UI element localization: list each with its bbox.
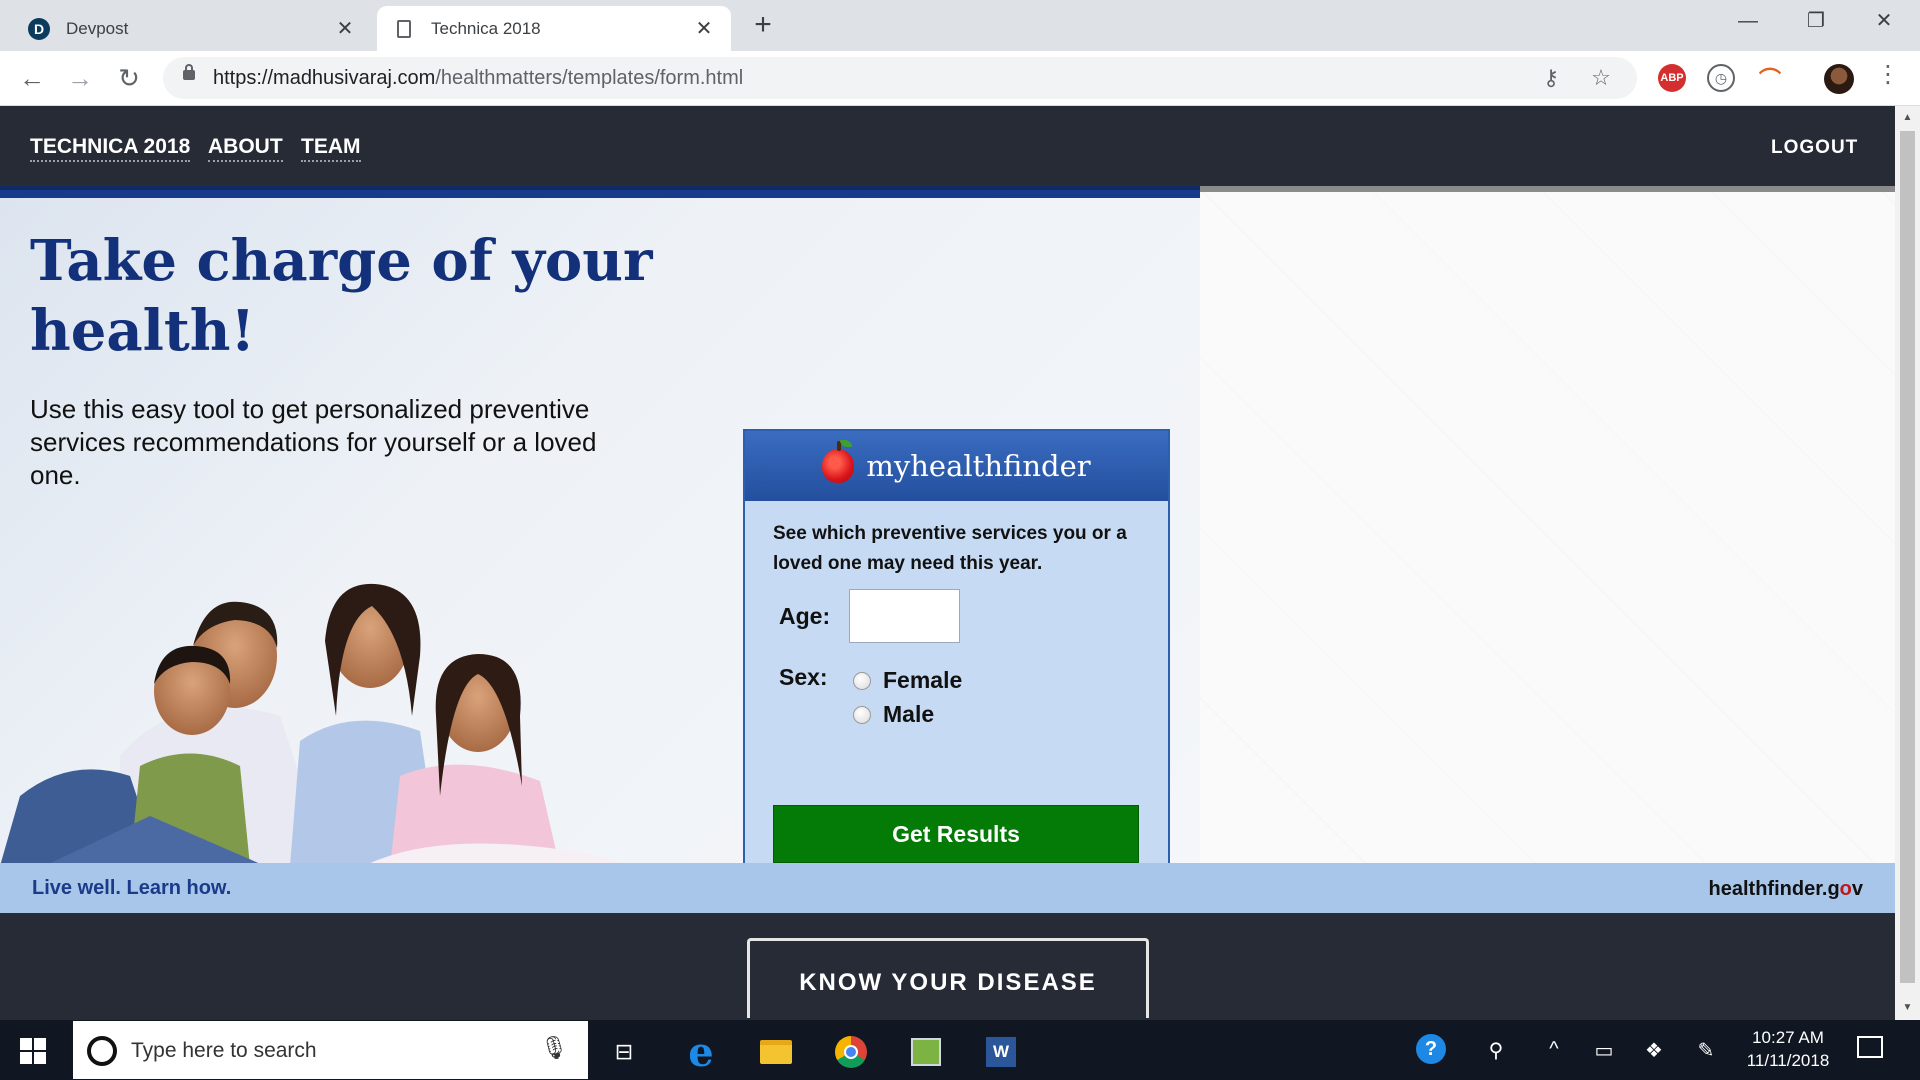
sex-option-female[interactable]: Female: [853, 667, 962, 694]
reload-icon[interactable]: ↻: [113, 63, 145, 95]
url-text[interactable]: https://madhusivaraj.com/healthmatters/t…: [213, 67, 743, 90]
cortana-icon[interactable]: [87, 1036, 117, 1066]
pen-icon[interactable]: ✎: [1692, 1038, 1720, 1063]
search-placeholder: Type here to search: [131, 1039, 317, 1062]
browser-toolbar: ← → ↻ https://madhusivaraj.com/healthmat…: [0, 51, 1920, 106]
microphone-icon[interactable]: 🎙: [540, 1035, 568, 1061]
age-input[interactable]: [849, 589, 960, 643]
key-icon[interactable]: ⚷: [1537, 64, 1565, 92]
rainbow-extension-icon[interactable]: ⌒: [1756, 64, 1784, 92]
people-icon[interactable]: ⚲: [1482, 1038, 1510, 1063]
battery-icon[interactable]: ▭: [1590, 1038, 1618, 1063]
healthfinder-footer-strip: Live well. Learn how. healthfinder.gov: [0, 863, 1895, 913]
word-icon[interactable]: W: [971, 1028, 1031, 1076]
browser-tab-strip: D Devpost ✕ Technica 2018 ✕ + — ❐ ✕: [0, 0, 1920, 51]
family-photo-illustration: [0, 583, 640, 868]
minimize-icon[interactable]: —: [1714, 6, 1782, 36]
tab-technica-2018[interactable]: Technica 2018 ✕: [377, 6, 731, 51]
scroll-down-icon[interactable]: ▼: [1895, 998, 1920, 1018]
get-results-button[interactable]: Get Results: [773, 805, 1139, 863]
clock-extension-icon[interactable]: ◷: [1707, 64, 1735, 92]
healthfinder-gov-logo[interactable]: healthfinder.gov: [1709, 878, 1863, 901]
sex-label: Sex:: [779, 664, 828, 690]
know-your-disease-label: KNOW YOUR DISEASE: [799, 969, 1097, 996]
clock-time: 10:27 AM: [1752, 1028, 1824, 1047]
forward-icon[interactable]: →: [64, 63, 96, 95]
page-title: Take charge of your health!: [30, 228, 653, 364]
green-app-icon[interactable]: [896, 1028, 956, 1076]
chrome-taskbar-icon[interactable]: [821, 1028, 881, 1076]
divider: [1200, 186, 1895, 192]
clock-date: 11/11/2018: [1746, 1051, 1830, 1070]
browser-menu-icon[interactable]: ⋮: [1876, 60, 1900, 89]
scrollbar-thumb[interactable]: [1900, 131, 1915, 983]
dropbox-icon[interactable]: ❖: [1640, 1038, 1668, 1063]
action-center-icon[interactable]: [1857, 1036, 1883, 1058]
show-hidden-icons-icon[interactable]: ^: [1540, 1038, 1568, 1061]
male-label: Male: [883, 701, 935, 727]
window-close-icon[interactable]: ✕: [1850, 6, 1918, 36]
task-view-icon[interactable]: ⊟: [594, 1028, 654, 1076]
lock-icon: [183, 64, 195, 80]
tab-title: Technica 2018: [431, 18, 541, 38]
devpost-favicon-icon: D: [28, 17, 50, 40]
page-favicon-icon: [397, 19, 411, 38]
back-icon[interactable]: ←: [16, 63, 48, 95]
system-clock[interactable]: 10:27 AM 11/11/2018: [1728, 1026, 1848, 1072]
restore-icon[interactable]: ❐: [1782, 6, 1850, 36]
tab-title: Devpost: [66, 18, 129, 38]
nav-link-about[interactable]: ABOUT: [208, 135, 283, 162]
new-tab-button[interactable]: +: [748, 10, 778, 40]
know-your-disease-button[interactable]: KNOW YOUR DISEASE: [747, 938, 1149, 1018]
widget-brand: myhealthfinder: [866, 449, 1091, 483]
windows-taskbar: Type here to search 🎙 ⊟ e W ? ⚲ ^ ▭ ❖ ✎ …: [0, 1020, 1920, 1080]
hero-top-bar: [0, 186, 1200, 198]
widget-header: myhealthfinder: [745, 431, 1168, 501]
help-icon[interactable]: ?: [1416, 1034, 1446, 1064]
profile-avatar[interactable]: [1824, 64, 1854, 94]
nav-link-team[interactable]: TEAM: [301, 135, 361, 162]
sex-option-male[interactable]: Male: [853, 701, 934, 728]
right-blank-pane: [1200, 186, 1895, 868]
widget-intro: See which preventive services you or a l…: [773, 523, 1127, 574]
hero-description: Use this easy tool to get personalized p…: [30, 394, 597, 490]
site-navbar: TECHNICA 2018 ABOUT TEAM LOGOUT: [0, 106, 1895, 186]
apple-icon: [822, 440, 855, 483]
file-explorer-icon[interactable]: [746, 1028, 806, 1076]
taskbar-search-box[interactable]: Type here to search 🎙: [73, 1021, 588, 1079]
dark-section: KNOW YOUR DISEASE: [0, 913, 1895, 1020]
tab-devpost[interactable]: D Devpost ✕: [12, 6, 372, 51]
scroll-up-icon[interactable]: ▲: [1895, 108, 1920, 128]
myhealthfinder-widget: myhealthfinder See which preventive serv…: [743, 429, 1170, 904]
windows-start-icon[interactable]: [20, 1038, 46, 1064]
age-label: Age:: [779, 603, 831, 629]
adblock-plus-icon[interactable]: ABP: [1658, 64, 1686, 92]
female-radio[interactable]: [853, 671, 871, 690]
nav-link-technica-2018[interactable]: TECHNICA 2018: [30, 135, 191, 162]
logout-link[interactable]: LOGOUT: [1771, 137, 1858, 160]
close-tab-icon[interactable]: ✕: [334, 16, 356, 41]
address-bar[interactable]: https://madhusivaraj.com/healthmatters/t…: [163, 57, 1637, 99]
female-label: Female: [883, 667, 963, 693]
edge-icon[interactable]: e: [671, 1028, 731, 1076]
tagline: Live well. Learn how.: [32, 877, 232, 899]
close-tab-icon[interactable]: ✕: [693, 16, 715, 41]
page-viewport: TECHNICA 2018 ABOUT TEAM LOGOUT Take cha…: [0, 106, 1895, 1020]
male-radio[interactable]: [853, 705, 871, 724]
healthfinder-hero: Take charge of your health! Use this eas…: [0, 186, 1200, 904]
bookmark-star-icon[interactable]: ☆: [1587, 64, 1615, 92]
page-scrollbar[interactable]: ▲ ▼: [1895, 106, 1920, 1020]
